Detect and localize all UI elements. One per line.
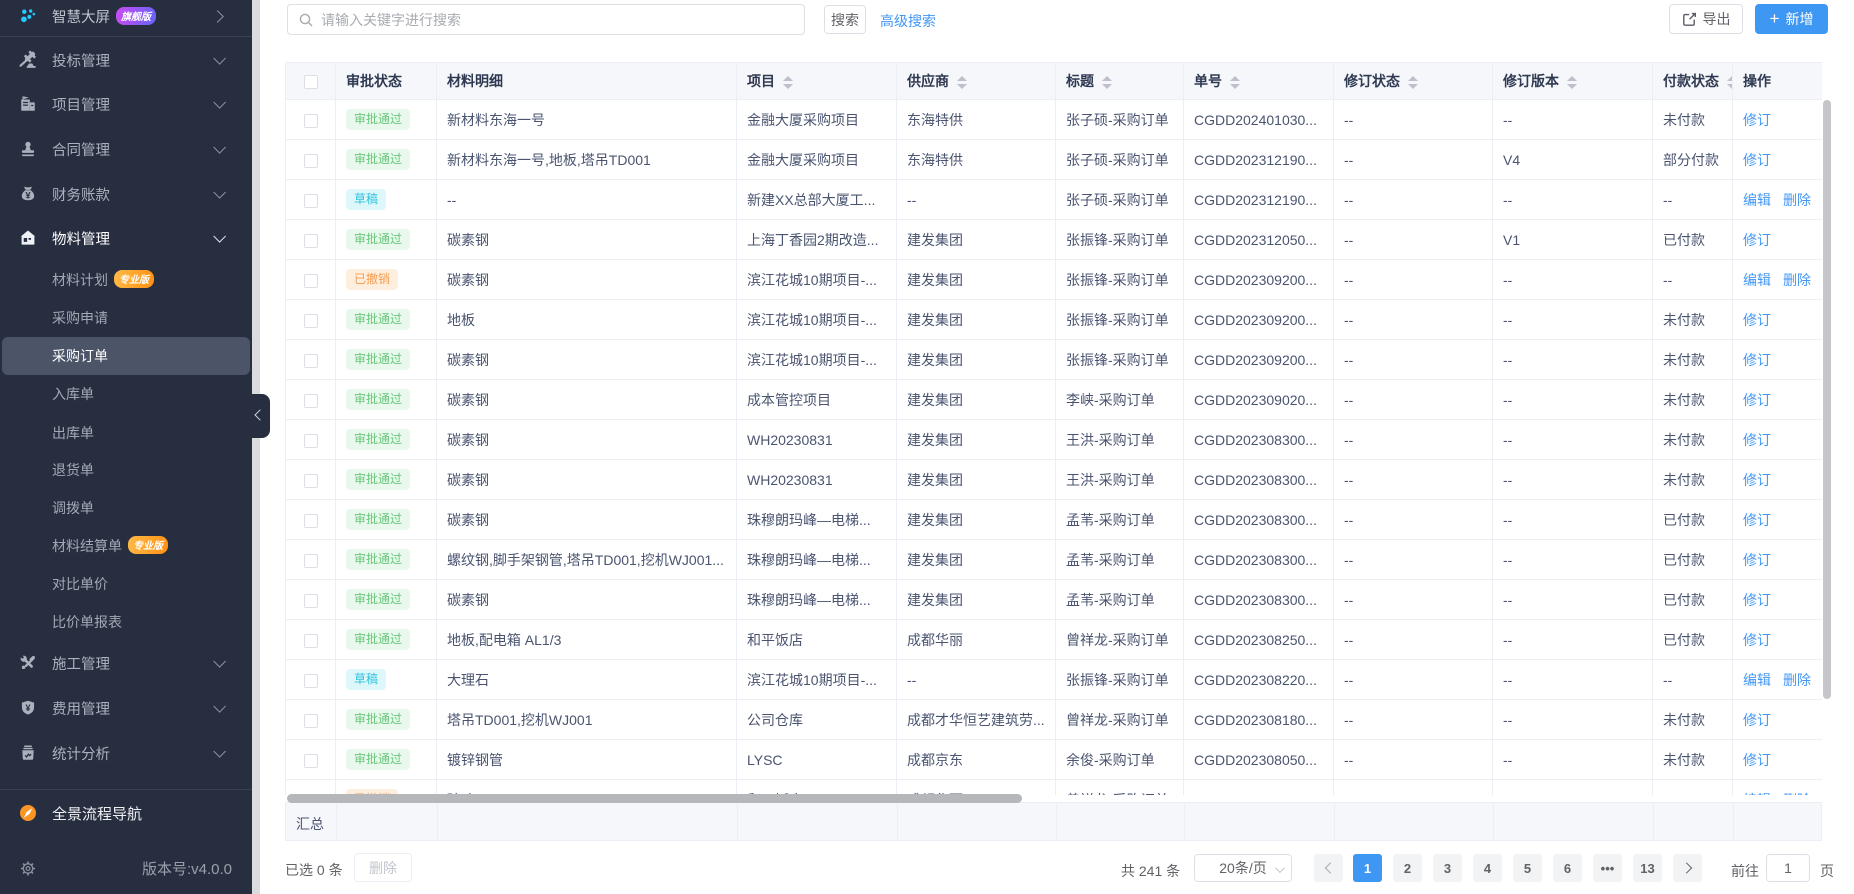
svg-text:¥: ¥ (26, 703, 31, 713)
svg-text:¥: ¥ (25, 190, 31, 200)
